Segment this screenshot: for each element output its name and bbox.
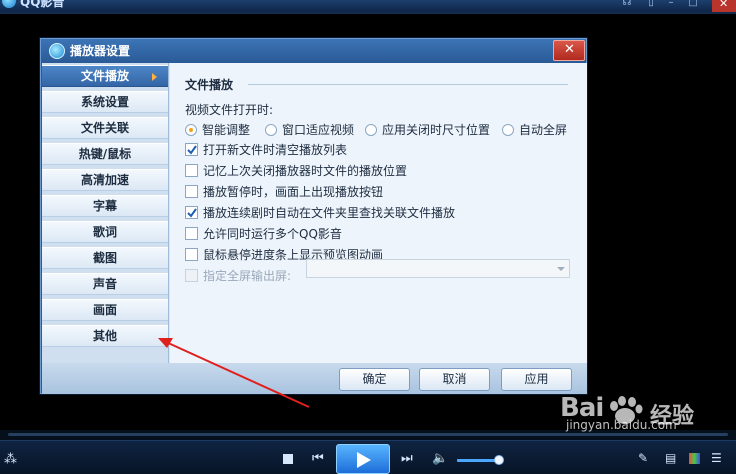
- watermark-url: jingyan.baidu.com: [566, 418, 677, 432]
